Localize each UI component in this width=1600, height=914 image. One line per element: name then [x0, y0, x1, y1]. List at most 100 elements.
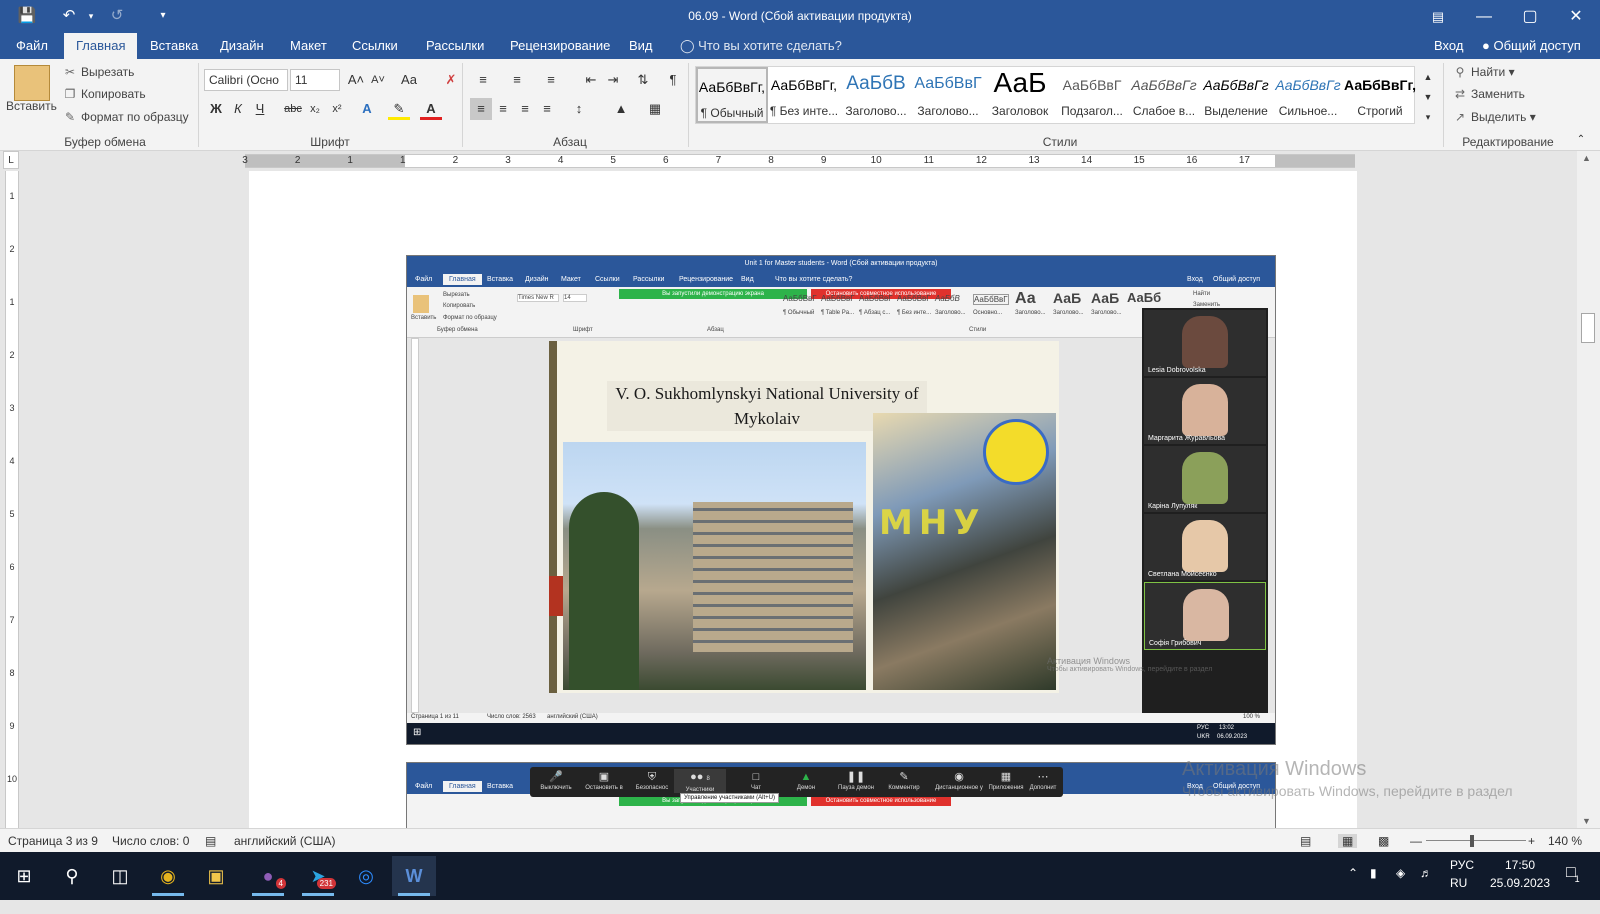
share-button[interactable]: ● Общий доступ	[1470, 33, 1593, 59]
tab-home[interactable]: Главная	[64, 33, 138, 59]
zoom-out-icon[interactable]: —	[1410, 834, 1422, 848]
highlight-icon[interactable]: ✎	[388, 98, 410, 120]
embedded-screenshot[interactable]: Unit 1 for Master students - Word (Сбой …	[406, 255, 1276, 745]
increase-indent-icon[interactable]: ⇥	[602, 69, 624, 91]
battery-icon[interactable]: ▮	[1370, 866, 1377, 914]
security-button[interactable]: ⛨ Безопаснос	[626, 769, 678, 791]
sign-in-link[interactable]: Вход	[1422, 33, 1475, 59]
align-right-icon[interactable]: ≡	[514, 98, 536, 120]
tab-references[interactable]: Ссылки	[340, 33, 410, 59]
clear-format-icon[interactable]: ✗	[440, 69, 462, 91]
participants-button[interactable]: ●● 8 Участники	[674, 769, 726, 793]
scroll-up-icon[interactable]: ▲	[1582, 153, 1591, 163]
web-layout-icon[interactable]: ▩	[1378, 834, 1389, 848]
start-button[interactable]: ⊞	[2, 856, 46, 896]
participant-tile[interactable]: Lesia Dobrovolska	[1144, 310, 1266, 376]
style-emphasis[interactable]: АаБбВвГг Выделение	[1200, 67, 1272, 123]
styles-scroll-down-icon[interactable]: ▼	[1417, 86, 1439, 108]
styles-scroll-up-icon[interactable]: ▲	[1417, 66, 1439, 88]
print-layout-icon[interactable]: ▦	[1338, 834, 1358, 848]
font-name-combo[interactable]: Calibri (Осно	[204, 69, 288, 91]
search-button[interactable]: ⚲	[50, 856, 94, 896]
style-no-spacing[interactable]: АаБбВвГг, ¶ Без инте...	[768, 67, 840, 123]
style-intense-emphasis[interactable]: АаБбВвГг Сильное...	[1272, 67, 1344, 123]
show-hidden-icons[interactable]: ⌃	[1348, 866, 1358, 914]
font-color-icon[interactable]: A	[420, 98, 442, 120]
decrease-indent-icon[interactable]: ⇤	[580, 69, 602, 91]
tab-mailings[interactable]: Рассылки	[414, 33, 496, 59]
page-count[interactable]: Страница 3 из 9	[8, 834, 98, 848]
format-painter-button[interactable]: ✎ Формат по образцу	[62, 110, 189, 124]
zoom-level[interactable]: 140 %	[1548, 834, 1582, 848]
zoom-in-icon[interactable]: +	[1528, 834, 1535, 848]
tab-review[interactable]: Рецензирование	[498, 33, 622, 59]
collapse-ribbon-icon[interactable]: ⌃	[1570, 129, 1592, 151]
paste-button[interactable]: Вставить	[6, 99, 57, 113]
word-count[interactable]: Число слов: 0	[112, 834, 189, 848]
more-button[interactable]: ⋯ Дополнит	[1022, 769, 1064, 791]
style-heading-1[interactable]: АаБбВ Заголово...	[840, 67, 912, 123]
subscript-icon[interactable]: x₂	[304, 98, 326, 120]
language-indicator[interactable]: английский (США)	[234, 834, 335, 848]
multilevel-list-icon[interactable]: ≡	[540, 69, 562, 91]
borders-icon[interactable]: ▦	[644, 98, 666, 120]
change-case-icon[interactable]: Aa	[398, 69, 420, 91]
style-heading-2[interactable]: АаБбВвГ Заголово...	[912, 67, 984, 123]
numbering-icon[interactable]: ≡	[506, 69, 528, 91]
chat-button[interactable]: □ Чат	[730, 769, 782, 791]
zoom-taskbar-item[interactable]: ◎	[344, 856, 388, 896]
shrink-font-icon[interactable]: A˅	[367, 69, 389, 91]
tab-file[interactable]: Файл	[4, 33, 60, 59]
replace-button[interactable]: ⇄ Заменить	[1452, 87, 1525, 101]
find-button[interactable]: ⚲ Найти ▾	[1452, 65, 1515, 79]
notification-icon[interactable]: □ 1	[1566, 864, 1580, 912]
telegram-taskbar-item[interactable]: ➤ 231	[296, 856, 340, 896]
strikethrough-icon[interactable]: abc	[282, 98, 304, 120]
participant-tile[interactable]: Светлана Мойсеєнко	[1144, 514, 1266, 580]
cut-button[interactable]: ✂ Вырезать	[62, 65, 134, 79]
style-subtle-emphasis[interactable]: АаБбВвГг Слабое в...	[1128, 67, 1200, 123]
align-left-icon[interactable]: ≡	[470, 98, 492, 120]
justify-icon[interactable]: ≡	[536, 98, 558, 120]
scrollbar-thumb[interactable]	[1581, 313, 1595, 343]
align-center-icon[interactable]: ≡	[492, 98, 514, 120]
stop-video-button[interactable]: ▣ Остановить в	[578, 769, 630, 791]
style-normal[interactable]: АаБбВвГг, ¶ Обычный	[696, 67, 768, 123]
explorer-taskbar-item[interactable]: ▣	[194, 856, 238, 896]
pilcrow-icon[interactable]: ¶	[662, 69, 684, 91]
annotate-button[interactable]: ✎ Комментир	[878, 769, 930, 791]
select-button[interactable]: ↗ Выделить ▾	[1452, 110, 1536, 124]
pause-share-button[interactable]: ❚❚ Пауза демон	[830, 769, 882, 791]
read-mode-icon[interactable]: ▤	[1300, 834, 1311, 848]
superscript-icon[interactable]: x²	[326, 98, 348, 120]
task-view-button[interactable]: ◫	[98, 856, 142, 896]
zoom-slider-thumb[interactable]	[1470, 835, 1474, 847]
tab-layout[interactable]: Макет	[278, 33, 339, 59]
wifi-icon[interactable]: ◈	[1396, 866, 1405, 914]
minimize-button[interactable]: —	[1461, 0, 1507, 33]
copy-button[interactable]: ❐ Копировать	[62, 87, 146, 101]
grow-font-icon[interactable]: A˄	[345, 69, 367, 91]
style-strong[interactable]: АаБбВвГг, Строгий	[1344, 67, 1416, 123]
style-title[interactable]: АаБ Заголовок	[984, 67, 1056, 123]
proofing-icon[interactable]: ▤	[205, 834, 216, 848]
clock[interactable]: 17:50 25.09.2023	[1488, 858, 1552, 906]
input-language[interactable]: РУС RU	[1450, 858, 1474, 906]
volume-icon[interactable]: ♬	[1420, 866, 1432, 914]
viber-taskbar-item[interactable]: ● 4	[246, 856, 290, 896]
participant-tile[interactable]: Софія Грибович	[1144, 582, 1266, 650]
font-size-combo[interactable]: 11	[290, 69, 340, 91]
styles-more-icon[interactable]: ▾	[1417, 106, 1439, 128]
underline-icon[interactable]: Ч	[249, 98, 271, 120]
close-button[interactable]: ✕	[1553, 0, 1599, 33]
scroll-down-icon[interactable]: ▼	[1582, 816, 1591, 826]
horizontal-ruler[interactable]: 3 2 1 1 2 3 4 5 6 7 8 9 10 11 12 13 14 15 16 17	[242, 154, 1355, 168]
zoom-slider[interactable]	[1426, 840, 1526, 841]
participant-tile[interactable]: Каріна Лупуляк	[1144, 446, 1266, 512]
tab-design[interactable]: Дизайн	[208, 33, 276, 59]
word-taskbar-item[interactable]: W	[392, 856, 436, 896]
ribbon-display-icon[interactable]: ▤	[1415, 0, 1461, 33]
chrome-taskbar-item[interactable]: ◉	[146, 856, 190, 896]
vertical-scrollbar[interactable]: ▲ ▼	[1577, 151, 1600, 828]
text-effects-icon[interactable]: A	[356, 98, 378, 120]
